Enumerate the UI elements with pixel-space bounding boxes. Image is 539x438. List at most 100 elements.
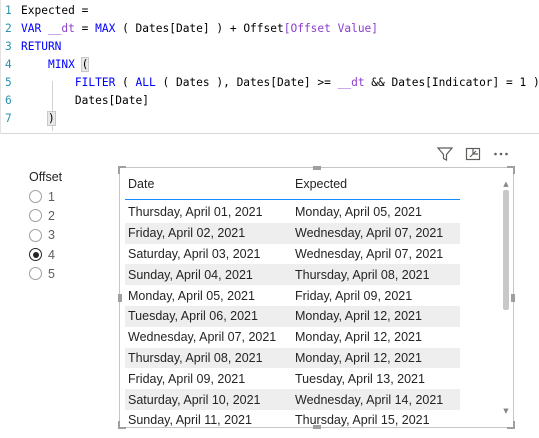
table-row[interactable]: Wednesday, April 07, 2021 Monday, April 1…: [125, 327, 460, 348]
code-text: Expected =: [21, 2, 95, 20]
line-number: 1: [5, 4, 12, 17]
code-token: RETURN: [21, 40, 62, 53]
date-cell: Saturday, April 03, 2021: [128, 246, 261, 261]
filter-icon[interactable]: [436, 145, 454, 163]
code-text: FILTER ( ALL ( Dates ), Dates[Date] >= _…: [21, 74, 539, 92]
code-text: Dates[Date]: [21, 92, 149, 110]
radio-button[interactable]: [29, 209, 42, 223]
expected-cell: Wednesday, April 14, 2021: [295, 392, 444, 407]
slicer-option-label: 1: [48, 189, 55, 204]
resize-handle-top-right[interactable]: [507, 166, 515, 174]
table-body: Thursday, April 01, 2021 Monday, April 05…: [125, 202, 460, 431]
expected-cell: Monday, April 12, 2021: [295, 350, 422, 365]
slicer-option-2[interactable]: 2: [26, 206, 106, 225]
code-token: ( Dates[Date] ) + Offset: [115, 22, 284, 35]
code-token: ): [46, 111, 56, 126]
code-token: MAX: [95, 22, 116, 35]
slicer-option-5[interactable]: 5: [26, 264, 106, 283]
table-row[interactable]: Thursday, April 08, 2021 Monday, April 12…: [125, 347, 460, 369]
date-cell: Sunday, April 11, 2021: [128, 413, 252, 428]
radio-button[interactable]: [29, 267, 42, 281]
code-token: Expected =: [21, 4, 96, 17]
code-token: VAR: [21, 22, 48, 35]
expected-cell: Tuesday, April 13, 2021: [295, 371, 425, 386]
column-header-expected[interactable]: Expected: [292, 177, 347, 191]
code-token: FILTER: [74, 76, 116, 89]
code-text: VAR __dt = MAX ( Dates[Date] ) + Offset[…: [21, 20, 378, 38]
date-cell: Monday, April 05, 2021: [128, 288, 255, 303]
expected-cell: Monday, April 12, 2021: [295, 309, 422, 324]
resize-handle-left[interactable]: [118, 294, 122, 302]
code-text: MINX (: [21, 56, 90, 74]
code-text: RETURN: [21, 38, 61, 56]
vertical-scrollbar[interactable]: ▲ ▼: [502, 180, 510, 415]
column-header-date[interactable]: Date: [125, 177, 292, 191]
expected-cell: Monday, April 05, 2021: [295, 205, 422, 220]
more-options-icon[interactable]: [492, 145, 510, 163]
slicer-option-label: 4: [48, 247, 55, 262]
slicer-option-label: 3: [48, 228, 55, 243]
date-cell: Thursday, April 01, 2021: [128, 205, 263, 220]
slicer-option-label: 2: [48, 208, 55, 223]
resize-handle-right[interactable]: [511, 294, 515, 302]
table-row[interactable]: Tuesday, April 06, 2021 Monday, April 12,…: [125, 305, 460, 327]
table-row[interactable]: Saturday, April 10, 2021 Wednesday, April…: [125, 389, 460, 410]
date-cell: Thursday, April 08, 2021: [128, 350, 263, 365]
code-token: ( Dates ), Dates[Date] >=: [155, 76, 338, 89]
slicer-option-4[interactable]: 4: [26, 245, 106, 264]
line-number: 3: [5, 40, 12, 53]
date-cell: Friday, April 09, 2021: [128, 371, 246, 386]
date-cell: Tuesday, April 06, 2021: [128, 309, 258, 324]
code-token: Dates[Date]: [21, 94, 149, 107]
expected-cell: Wednesday, April 07, 2021: [295, 246, 444, 261]
table-row[interactable]: Monday, April 05, 2021 Friday, April 09, …: [125, 285, 460, 306]
date-cell: Saturday, April 10, 2021: [128, 392, 261, 407]
expected-cell: Friday, April 09, 2021: [295, 288, 413, 303]
table-row[interactable]: Sunday, April 11, 2021 Thursday, April 15…: [125, 410, 460, 431]
line-number: 5: [5, 76, 12, 89]
date-cell: Sunday, April 04, 2021: [128, 267, 253, 282]
code-token: MINX: [47, 58, 75, 71]
table-row[interactable]: Sunday, April 04, 2021 Thursday, April 08…: [125, 264, 460, 286]
table-row[interactable]: Friday, April 02, 2021 Wednesday, April 0…: [125, 222, 460, 244]
code-token: (: [80, 57, 90, 72]
line-number: 7: [5, 112, 12, 125]
expected-cell: Thursday, April 15, 2021: [295, 413, 430, 428]
slicer-option-1[interactable]: 1: [26, 187, 106, 206]
table-row[interactable]: Friday, April 09, 2021 Tuesday, April 13,…: [125, 368, 460, 389]
scrollbar-thumb[interactable]: [503, 190, 509, 310]
code-token: __dt: [337, 76, 365, 89]
code-token: && Dates[Indicator] = 1 ),: [364, 76, 539, 89]
visual-header: [436, 145, 510, 165]
code-token: =: [74, 22, 96, 35]
code-text: ): [21, 110, 56, 128]
slicer-option-3[interactable]: 3: [26, 226, 106, 245]
resize-handle-bottom-right[interactable]: [507, 421, 515, 429]
line-number: 6: [5, 94, 12, 107]
scroll-up-icon[interactable]: ▲: [502, 180, 510, 188]
radio-button[interactable]: [29, 248, 42, 262]
focus-mode-icon[interactable]: [464, 145, 482, 163]
expected-cell: Monday, April 12, 2021: [295, 330, 422, 345]
code-token: [Offset Value]: [283, 22, 379, 35]
code-token: __dt: [47, 22, 75, 35]
radio-button[interactable]: [29, 228, 42, 242]
radio-button[interactable]: [29, 190, 42, 204]
date-cell: Wednesday, April 07, 2021: [128, 330, 277, 345]
code-token: ALL: [135, 76, 156, 89]
table-row[interactable]: Saturday, April 03, 2021 Wednesday, April…: [125, 244, 460, 265]
expected-cell: Wednesday, April 07, 2021: [295, 226, 444, 241]
table-visual[interactable]: Date Expected Thursday, April 01, 2021 Mo…: [118, 166, 515, 431]
dax-formula-editor[interactable]: 1 Expected = 2 VAR __dt = MAX ( Dates[Date…: [0, 0, 539, 134]
slicer-option-label: 5: [48, 266, 55, 281]
editor-gutter-divider: [0, 0, 1, 134]
table-row[interactable]: Thursday, April 01, 2021 Monday, April 05…: [125, 202, 460, 223]
code-token: (: [115, 76, 136, 89]
scroll-down-icon[interactable]: ▼: [502, 407, 510, 415]
expected-cell: Thursday, April 08, 2021: [295, 267, 430, 282]
line-number: 4: [5, 58, 12, 71]
